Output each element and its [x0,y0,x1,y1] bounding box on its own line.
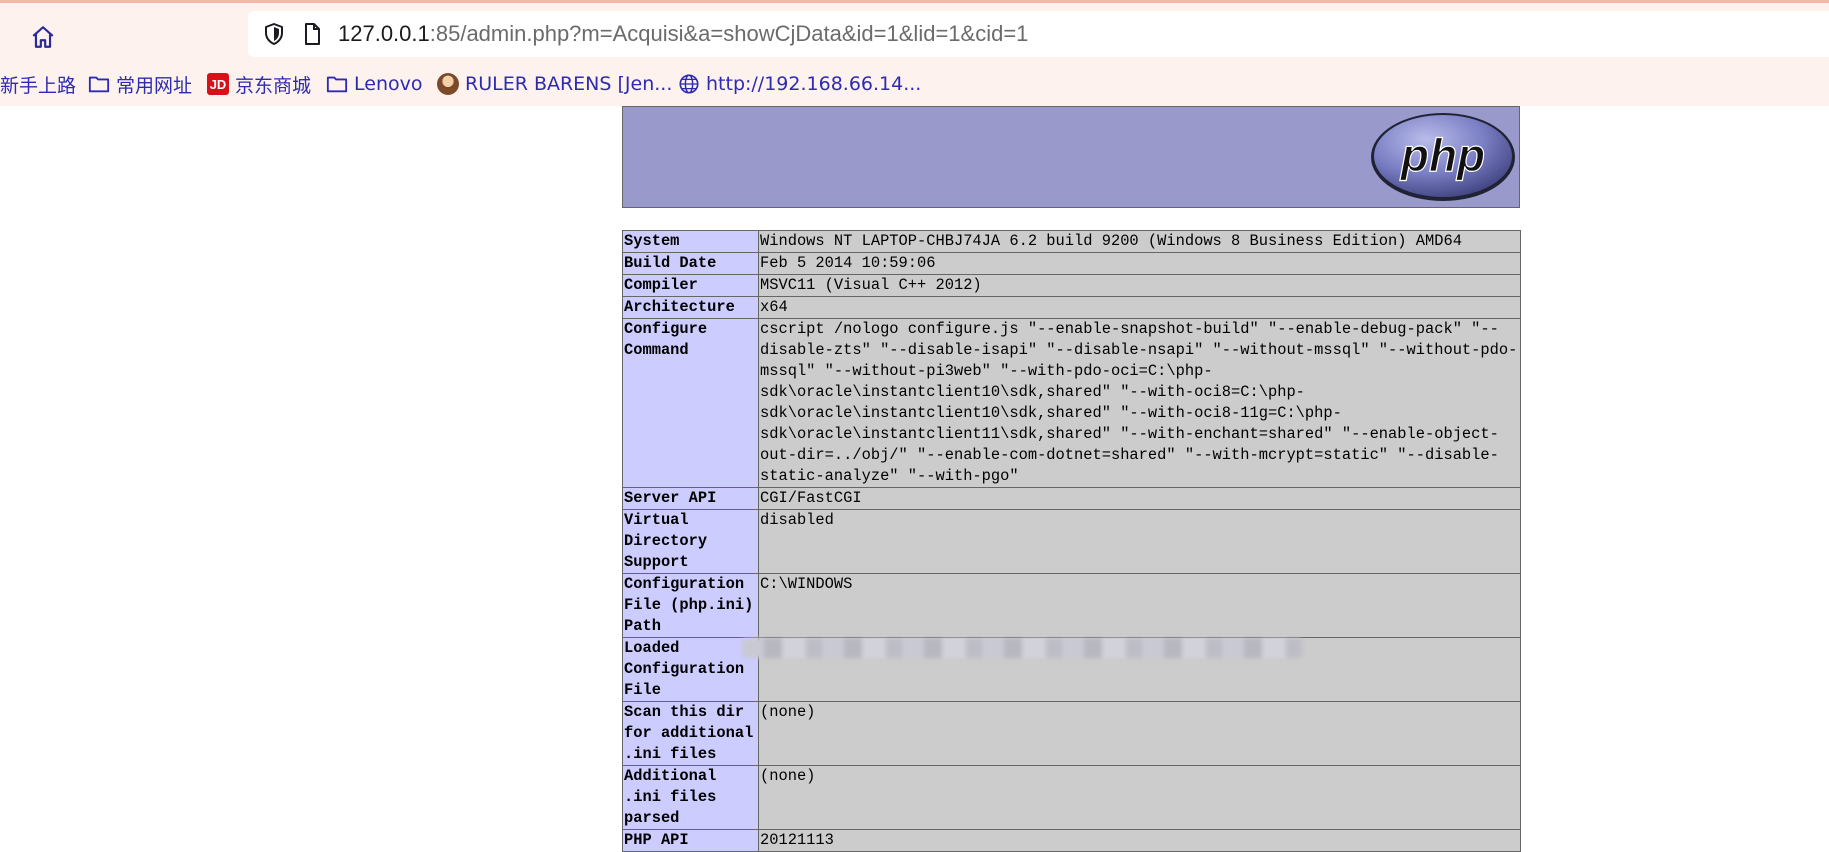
bookmark-label: 常用网址 [116,74,193,97]
table-row: Configuration File (php.ini) Path C:\WIND… [622,573,1521,638]
config-value: C:\WINDOWS [758,573,1521,638]
bookmark-label: RULER BARENS [Jen... [465,73,673,95]
table-row: Compiler MSVC11 (Visual C++ 2012) [622,274,1521,297]
config-key: PHP API [622,829,759,852]
tab-strip-edge [0,0,1829,3]
avatar-icon [435,71,461,97]
config-key: Virtual Directory Support [622,509,759,574]
shield-icon[interactable] [262,22,286,46]
redacted-value [742,638,1302,658]
config-key: Compiler [622,274,759,297]
config-value: (none) [758,701,1521,766]
bookmark-lenovo[interactable]: Lenovo [324,70,422,98]
config-value: 20121113 [758,829,1521,852]
bookmark-common-sites[interactable]: 常用网址 [86,70,192,98]
config-key: Loaded Configuration File [622,637,759,702]
config-value: cscript /nologo configure.js "--enable-s… [758,318,1521,488]
config-value [742,637,1521,702]
bookmark-label: 京东商城 [235,74,312,97]
home-button[interactable] [26,20,60,54]
table-row: Architecture x64 [622,296,1521,319]
config-key: Configure Command [622,318,759,488]
config-value: disabled [758,509,1521,574]
table-row: Additional .ini files parsed (none) [622,765,1521,830]
php-logo[interactable]: php [1369,111,1517,203]
folder-icon [324,71,350,97]
config-value: (none) [758,765,1521,830]
globe-icon [676,71,702,97]
config-value: MSVC11 (Visual C++ 2012) [758,274,1521,297]
bookmark-getting-started[interactable]: 新手上路 [0,70,76,98]
bookmark-label: Lenovo [354,73,423,95]
table-row: Loaded Configuration File [622,637,1521,702]
table-row: System Windows NT LAPTOP-CHBJ74JA 6.2 bui… [622,230,1521,253]
bookmarks-bar: 新手上路 常用网址 JD 京东商城 Lenovo RULER BARENS [J… [0,66,1829,102]
table-row: Server API CGI/FastCGI [622,487,1521,510]
address-bar[interactable]: 127.0.0.1:85/admin.php?m=Acquisi&a=showC… [248,11,1829,57]
jd-icon: JD [205,71,231,97]
url-path: :85/admin.php?m=Acquisi&a=showCjData&id=… [429,21,1029,46]
sidebar-edge-glyph [0,22,4,44]
bookmark-ip-address[interactable]: http://192.168.66.14... [676,70,921,98]
table-row: Virtual Directory Support disabled [622,509,1521,574]
url-text[interactable]: 127.0.0.1:85/admin.php?m=Acquisi&a=showC… [338,22,1028,46]
table-row: PHP API 20121113 [622,829,1521,852]
svg-text:php: php [1399,129,1485,181]
config-key: Configuration File (php.ini) Path [622,573,759,638]
browser-chrome: 127.0.0.1:85/admin.php?m=Acquisi&a=showC… [0,0,1829,106]
page-info-icon[interactable] [300,22,324,46]
config-key: Scan this dir for additional .ini files [622,701,759,766]
config-key: Architecture [622,296,759,319]
config-value: Feb 5 2014 10:59:06 [758,252,1521,275]
table-row: Configure Command cscript /nologo configu… [622,318,1521,488]
config-value: x64 [758,296,1521,319]
config-value: Windows NT LAPTOP-CHBJ74JA 6.2 build 920… [758,230,1521,253]
table-row: Scan this dir for additional .ini files(… [622,701,1521,766]
table-row: Build Date Feb 5 2014 10:59:06 [622,252,1521,275]
config-key: Server API [622,487,759,510]
bookmark-label: http://192.168.66.14... [706,73,922,95]
config-value: CGI/FastCGI [758,487,1521,510]
config-key: Build Date [622,252,759,275]
home-icon [32,26,54,48]
bookmark-ruler-barens[interactable]: RULER BARENS [Jen... [435,70,672,98]
config-key: System [622,230,759,253]
php-config-table: System Windows NT LAPTOP-CHBJ74JA 6.2 bui… [622,230,1521,852]
bookmark-label: 新手上路 [0,74,77,97]
page-content: php System Windows NT LAPTOP-CHBJ74JA 6.2… [0,106,1829,852]
navigation-toolbar: 127.0.0.1:85/admin.php?m=Acquisi&a=showC… [0,8,1829,58]
config-key: Additional .ini files parsed [622,765,759,830]
bookmark-jd[interactable]: JD 京东商城 [205,70,311,98]
folder-icon [86,71,112,97]
phpinfo-header: php [622,106,1520,208]
url-host: 127.0.0.1 [338,21,430,46]
